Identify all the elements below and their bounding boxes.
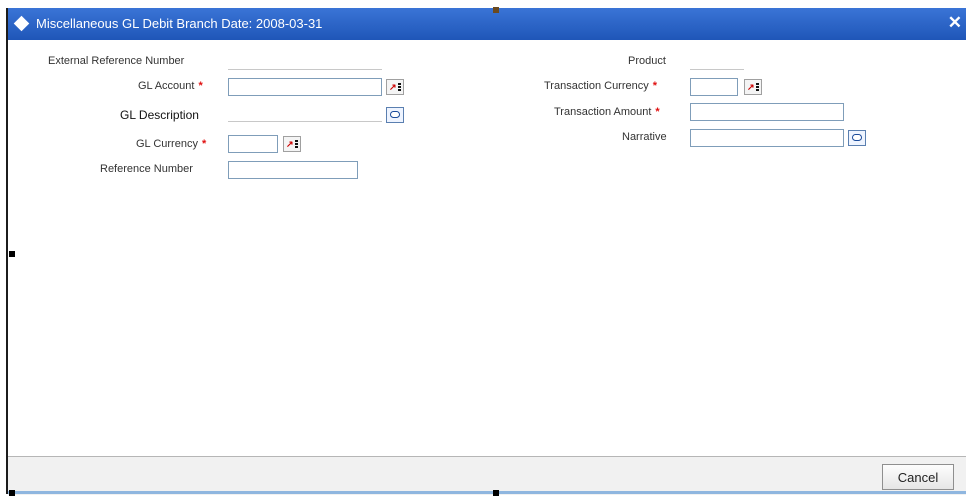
product-label: Product bbox=[628, 55, 666, 67]
transaction-amount-label-text: Transaction Amount bbox=[554, 106, 652, 118]
dialog-footer: Cancel bbox=[8, 456, 966, 495]
narrative-label: Narrative bbox=[622, 131, 667, 143]
reference-number-input[interactable] bbox=[228, 161, 358, 179]
transaction-amount-input[interactable] bbox=[690, 103, 844, 121]
close-icon[interactable]: ✕ bbox=[948, 13, 962, 33]
external-reference-number-field bbox=[228, 56, 382, 70]
gl-description-label: GL Description bbox=[120, 108, 199, 122]
dialog-window: Miscellaneous GL Debit Branch Date: 2008… bbox=[6, 8, 966, 495]
transaction-currency-input[interactable] bbox=[690, 78, 738, 96]
resize-handle-bottom-left[interactable] bbox=[9, 490, 15, 496]
resize-handle-bottom[interactable] bbox=[493, 490, 499, 496]
transaction-currency-label: Transaction Currency * bbox=[544, 80, 657, 92]
required-mark: * bbox=[198, 80, 203, 92]
gl-account-label: GL Account * bbox=[138, 80, 203, 92]
reference-number-label: Reference Number bbox=[100, 163, 193, 175]
comment-icon bbox=[852, 134, 862, 141]
list-of-values-icon: ↗ bbox=[747, 82, 755, 92]
gl-currency-label-text: GL Currency bbox=[136, 138, 198, 150]
gl-account-input[interactable] bbox=[228, 78, 382, 96]
transaction-currency-label-text: Transaction Currency bbox=[544, 80, 649, 92]
list-of-values-icon: ↗ bbox=[389, 82, 397, 92]
required-mark: * bbox=[655, 106, 660, 118]
gl-currency-label: GL Currency * bbox=[136, 138, 206, 150]
gl-currency-input[interactable] bbox=[228, 135, 278, 153]
required-mark: * bbox=[652, 80, 658, 92]
gl-currency-lov-button[interactable]: ↗ bbox=[283, 136, 301, 152]
list-of-values-icon: ↗ bbox=[286, 139, 294, 149]
product-field bbox=[690, 56, 744, 70]
required-mark: * bbox=[201, 138, 207, 150]
transaction-currency-lov-button[interactable]: ↗ bbox=[744, 79, 762, 95]
diamond-icon bbox=[13, 15, 30, 32]
resize-handle-top[interactable] bbox=[493, 7, 499, 13]
external-reference-number-label: External Reference Number bbox=[48, 55, 185, 67]
bottom-border bbox=[8, 491, 966, 494]
resize-handle-left[interactable] bbox=[9, 251, 15, 257]
gl-description-comment-button[interactable] bbox=[386, 107, 404, 123]
gl-account-label-text: GL Account bbox=[138, 80, 195, 92]
gl-account-lov-button[interactable]: ↗ bbox=[386, 79, 404, 95]
cancel-button[interactable]: Cancel bbox=[882, 464, 954, 490]
window-title: Miscellaneous GL Debit Branch Date: 2008… bbox=[36, 16, 323, 31]
title-bar: Miscellaneous GL Debit Branch Date: 2008… bbox=[8, 8, 966, 40]
gl-description-field bbox=[228, 108, 382, 122]
comment-icon bbox=[390, 111, 400, 118]
transaction-amount-label: Transaction Amount * bbox=[554, 106, 660, 118]
narrative-comment-button[interactable] bbox=[848, 130, 866, 146]
narrative-input[interactable] bbox=[690, 129, 844, 147]
